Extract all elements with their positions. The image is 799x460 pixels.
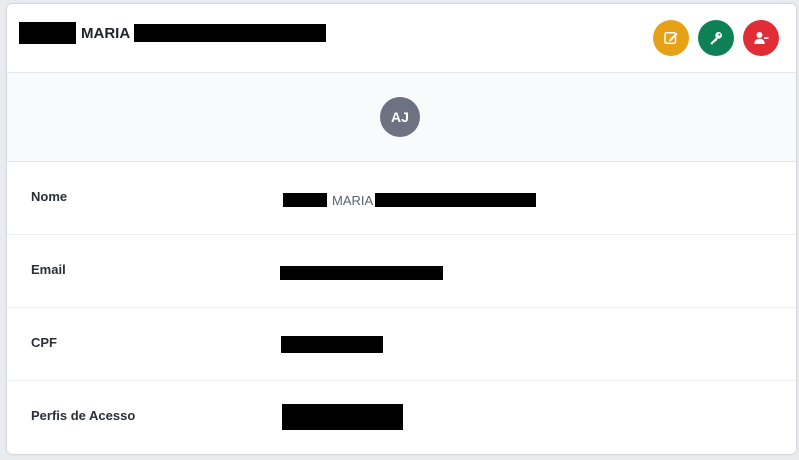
detail-row-perfis: Perfis de Acesso [7,381,796,453]
edit-icon [664,32,678,44]
redacted-block [134,24,327,42]
change-password-button[interactable] [698,20,734,56]
field-value [282,404,403,430]
field-label: Nome [31,189,68,204]
field-value [280,265,443,281]
field-value: MARIA [283,192,537,208]
detail-row-email: Email [7,235,796,308]
redacted-block [280,266,443,280]
detail-row-nome: Nome MARIA [7,162,796,235]
field-value-visible: MARIA [332,192,374,208]
detail-row-cpf: CPF [7,308,796,381]
field-value [281,335,383,353]
card-header: MARIA [7,4,796,73]
key-icon [710,32,722,45]
edit-button[interactable] [653,20,689,56]
user-details-card: MARIA AJ Nome MARIA Email CPF Perfis de … [7,4,796,454]
user-name-visible: MARIA [81,24,131,42]
remove-user-button[interactable] [743,20,779,56]
user-name-title: MARIA [19,22,327,44]
redacted-block [19,22,76,44]
redacted-block [282,404,403,430]
avatar-section: AJ [7,73,796,162]
redacted-block [281,335,383,353]
field-label: CPF [31,335,57,350]
redacted-block [375,193,537,207]
field-label: Email [31,262,66,277]
avatar: AJ [380,97,420,137]
redacted-block [283,193,327,207]
field-label: Perfis de Acesso [31,408,136,423]
user-minus-icon [754,32,769,44]
header-actions [653,20,779,56]
